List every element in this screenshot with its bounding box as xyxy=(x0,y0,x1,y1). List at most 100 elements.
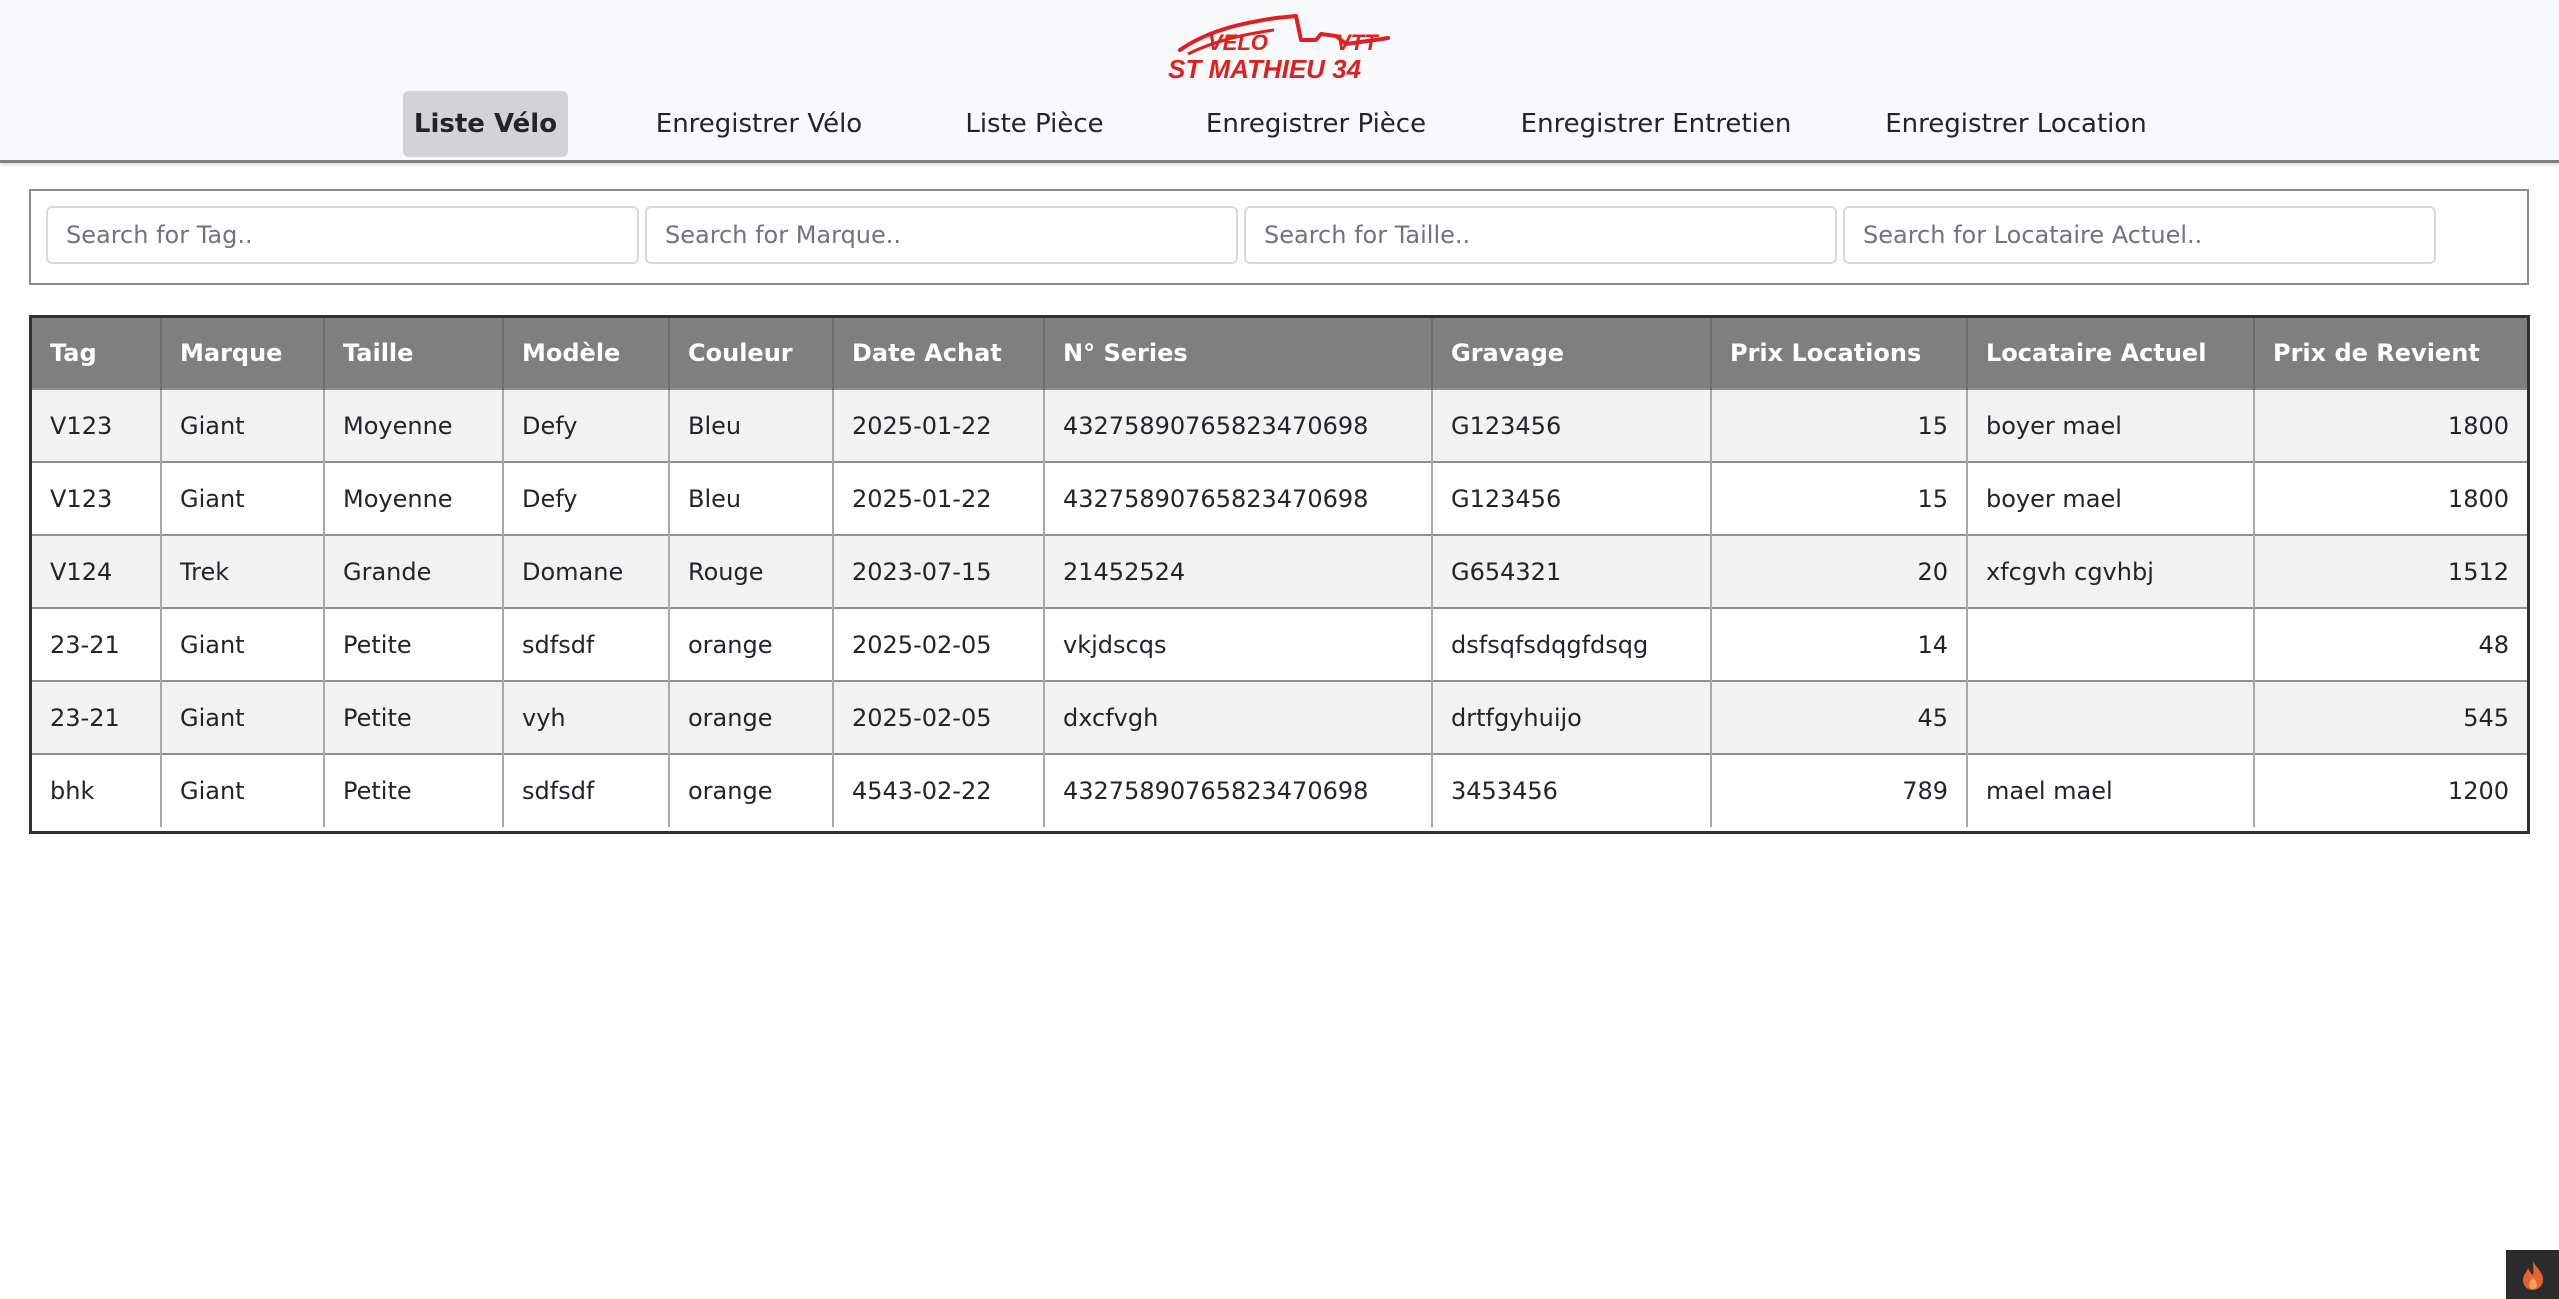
cell-tag: V123 xyxy=(32,388,162,462)
logo[interactable]: VELO VTT ST MATHIEU 34 xyxy=(1166,10,1396,86)
logo-text-velo: VELO xyxy=(1208,30,1268,55)
col-header-n-series[interactable]: N° Series xyxy=(1044,318,1433,389)
cell-n-series: 43275890765823470698 xyxy=(1044,388,1433,462)
cell-modele: Defy xyxy=(503,461,670,535)
cell-locataire-actuel xyxy=(1967,607,2255,681)
col-header-marque[interactable]: Marque xyxy=(161,318,325,389)
col-header-locataire-actuel[interactable]: Locataire Actuel xyxy=(1967,318,2255,389)
cell-couleur: Bleu xyxy=(669,388,834,462)
table-row[interactable]: V123 Giant Moyenne Defy Bleu 2025-01-22 432758… xyxy=(32,388,2527,462)
cell-modele: Domane xyxy=(503,534,670,608)
cell-locataire-actuel: xfcgvh cgvhbj xyxy=(1967,534,2255,608)
cell-prix-de-revient: 48 xyxy=(2254,607,2527,681)
cell-marque: Giant xyxy=(161,680,325,754)
cell-couleur: orange xyxy=(669,753,834,827)
cell-date-achat: 2025-02-05 xyxy=(833,607,1045,681)
cell-locataire-actuel: boyer mael xyxy=(1967,388,2255,462)
search-taille-input[interactable] xyxy=(1244,206,1837,264)
search-tag-input[interactable] xyxy=(46,206,639,264)
flame-icon-graphic xyxy=(2522,1260,2543,1290)
cell-locataire-actuel: mael mael xyxy=(1967,753,2255,827)
cell-tag: 23-21 xyxy=(32,607,162,681)
cell-gravage: G123456 xyxy=(1432,461,1712,535)
nav-liste-piece[interactable]: Liste Pièce xyxy=(952,91,1117,157)
cell-locataire-actuel: boyer mael xyxy=(1967,461,2255,535)
table-row[interactable]: V124 Trek Grande Domane Rouge 2023-07-15 21452… xyxy=(32,534,2527,608)
table-header-row: Tag Marque Taille Modèle Couleur Date Ac… xyxy=(32,318,2527,389)
cell-gravage: drtfgyhuijo xyxy=(1432,680,1712,754)
cell-prix-de-revient: 1512 xyxy=(2254,534,2527,608)
cell-prix-de-revient: 1800 xyxy=(2254,388,2527,462)
cell-prix-de-revient: 1800 xyxy=(2254,461,2527,535)
nav-liste-velo[interactable]: Liste Vélo xyxy=(403,91,568,157)
col-header-date-achat[interactable]: Date Achat xyxy=(833,318,1045,389)
col-header-tag[interactable]: Tag xyxy=(32,318,162,389)
cell-tag: V123 xyxy=(32,461,162,535)
cell-tag: bhk xyxy=(32,753,162,827)
logo-graphic: VELO VTT ST MATHIEU 34 xyxy=(1168,14,1390,84)
cell-prix-locations: 15 xyxy=(1711,388,1968,462)
col-header-gravage[interactable]: Gravage xyxy=(1432,318,1712,389)
nav-enregistrer-location[interactable]: Enregistrer Location xyxy=(1878,91,2154,157)
nav-enregistrer-velo[interactable]: Enregistrer Vélo xyxy=(648,91,870,157)
top-navbar: VELO VTT ST MATHIEU 34 Liste Vélo Enregi… xyxy=(0,0,2559,163)
cell-n-series: 43275890765823470698 xyxy=(1044,753,1433,827)
cell-date-achat: 4543-02-22 xyxy=(833,753,1045,827)
cell-couleur: orange xyxy=(669,680,834,754)
cell-date-achat: 2023-07-15 xyxy=(833,534,1045,608)
search-locataire-input[interactable] xyxy=(1843,206,2436,264)
table-row[interactable]: bhk Giant Petite sdfsdf orange 4543-02-22 4327… xyxy=(32,753,2527,827)
nav-enregistrer-entretien[interactable]: Enregistrer Entretien xyxy=(1516,91,1796,157)
logo-text-name: ST MATHIEU 34 xyxy=(1168,54,1362,84)
flame-icon[interactable] xyxy=(2506,1250,2559,1299)
cell-tag: 23-21 xyxy=(32,680,162,754)
cell-modele: sdfsdf xyxy=(503,753,670,827)
cell-modele: vyh xyxy=(503,680,670,754)
col-header-prix-de-revient[interactable]: Prix de Revient xyxy=(2254,318,2527,389)
nav-enregistrer-piece[interactable]: Enregistrer Pièce xyxy=(1199,91,1433,157)
cell-prix-locations: 45 xyxy=(1711,680,1968,754)
cell-prix-de-revient: 1200 xyxy=(2254,753,2527,827)
cell-gravage: G123456 xyxy=(1432,388,1712,462)
logo-text-vtt: VTT xyxy=(1336,30,1379,55)
table-row[interactable]: 23-21 Giant Petite vyh orange 2025-02-05 dxcfv… xyxy=(32,680,2527,754)
cell-marque: Giant xyxy=(161,461,325,535)
cell-marque: Giant xyxy=(161,607,325,681)
cell-modele: sdfsdf xyxy=(503,607,670,681)
table-row[interactable]: 23-21 Giant Petite sdfsdf orange 2025-02-05 vk… xyxy=(32,607,2527,681)
cell-marque: Trek xyxy=(161,534,325,608)
cell-couleur: orange xyxy=(669,607,834,681)
table-row[interactable]: V123 Giant Moyenne Defy Bleu 2025-01-22 432758… xyxy=(32,461,2527,535)
col-header-taille[interactable]: Taille xyxy=(324,318,504,389)
cell-gravage: G654321 xyxy=(1432,534,1712,608)
cell-taille: Petite xyxy=(324,607,504,681)
cell-date-achat: 2025-02-05 xyxy=(833,680,1045,754)
cell-n-series: vkjdscqs xyxy=(1044,607,1433,681)
cell-prix-locations: 789 xyxy=(1711,753,1968,827)
cell-date-achat: 2025-01-22 xyxy=(833,461,1045,535)
cell-modele: Defy xyxy=(503,388,670,462)
cell-taille: Petite xyxy=(324,753,504,827)
col-header-couleur[interactable]: Couleur xyxy=(669,318,834,389)
cell-taille: Petite xyxy=(324,680,504,754)
cell-prix-locations: 20 xyxy=(1711,534,1968,608)
search-filters xyxy=(29,189,2529,285)
velo-table: Tag Marque Taille Modèle Couleur Date Ac… xyxy=(29,315,2530,834)
main-nav: Liste Vélo Enregistrer Vélo Liste Pièce … xyxy=(0,91,2559,157)
cell-couleur: Rouge xyxy=(669,534,834,608)
cell-marque: Giant xyxy=(161,753,325,827)
cell-tag: V124 xyxy=(32,534,162,608)
cell-taille: Grande xyxy=(324,534,504,608)
col-header-prix-locations[interactable]: Prix Locations xyxy=(1711,318,1968,389)
cell-prix-locations: 15 xyxy=(1711,461,1968,535)
cell-prix-locations: 14 xyxy=(1711,607,1968,681)
cell-n-series: 21452524 xyxy=(1044,534,1433,608)
cell-gravage: 3453456 xyxy=(1432,753,1712,827)
cell-marque: Giant xyxy=(161,388,325,462)
cell-taille: Moyenne xyxy=(324,388,504,462)
search-marque-input[interactable] xyxy=(645,206,1238,264)
cell-taille: Moyenne xyxy=(324,461,504,535)
col-header-modele[interactable]: Modèle xyxy=(503,318,670,389)
cell-n-series: 43275890765823470698 xyxy=(1044,461,1433,535)
cell-gravage: dsfsqfsdqgfdsqg xyxy=(1432,607,1712,681)
